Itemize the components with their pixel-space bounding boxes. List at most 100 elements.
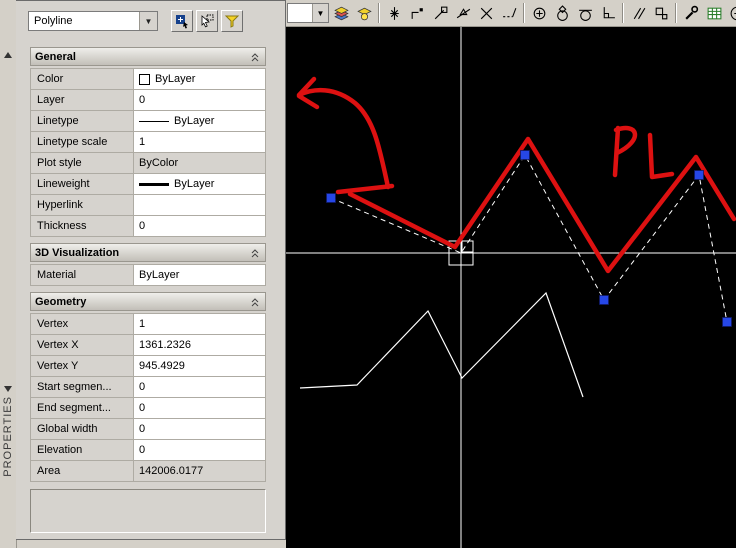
snap-to-intersection-button[interactable] xyxy=(475,2,497,24)
lineweight-value-cell[interactable]: ByLayer xyxy=(134,174,265,194)
select-objects-icon xyxy=(201,14,214,28)
table-row: Lineweight ByLayer xyxy=(31,174,265,195)
color-swatch-icon xyxy=(139,73,150,85)
toolbar-separator xyxy=(378,3,380,23)
property-label: Vertex Y xyxy=(31,356,134,376)
grip xyxy=(722,317,732,327)
table-row: Material ByLayer xyxy=(31,265,265,286)
property-label: Material xyxy=(31,265,134,285)
layer-control-dropdown[interactable]: ▼ xyxy=(287,3,329,23)
snap-to-perpendicular-icon xyxy=(603,6,615,18)
osnap-settings-button[interactable] xyxy=(680,2,702,24)
toolbar-separator xyxy=(622,3,624,23)
snap-from-button[interactable] xyxy=(406,2,428,24)
snap-to-intersection-icon xyxy=(480,7,492,19)
snap-to-quadrant-button[interactable] xyxy=(551,2,573,24)
property-label: Hyperlink xyxy=(31,195,134,215)
collapse-chevron-icon[interactable] xyxy=(249,247,261,259)
solid-polyline xyxy=(299,291,584,398)
snap-to-endpoint-button[interactable] xyxy=(429,2,451,24)
property-value: ByLayer xyxy=(139,269,180,281)
snap-to-center-button[interactable] xyxy=(528,2,550,24)
snap-to-extension-button[interactable] xyxy=(498,2,520,24)
quick-select-icon xyxy=(224,15,240,28)
property-label: Start segmen... xyxy=(31,377,134,397)
material-value-cell[interactable]: ByLayer xyxy=(134,265,265,285)
drawing-canvas[interactable] xyxy=(286,27,736,548)
property-label: Global width xyxy=(31,419,134,439)
table-row: Start segmen... 0 xyxy=(31,377,265,398)
hyperlink-value-cell[interactable] xyxy=(134,195,265,215)
temporary-track-point-button[interactable] xyxy=(383,2,405,24)
collapse-chevron-icon[interactable] xyxy=(249,296,261,308)
property-value: 1361.2326 xyxy=(139,339,191,351)
snap-to-insert-icon xyxy=(655,7,667,19)
table-row: Linetype scale 1 xyxy=(31,132,265,153)
area-value-cell: 142006.0177 xyxy=(134,461,265,481)
grip xyxy=(599,295,609,305)
properties-palette: Polyline ▼ General Color ByLayer Layer 0… xyxy=(16,0,286,540)
palette-title-bar[interactable]: PROPERTIES xyxy=(0,0,17,548)
table-row: Linetype ByLayer xyxy=(31,111,265,132)
temporary-track-point-icon xyxy=(389,6,399,20)
layer-value-cell[interactable]: 0 xyxy=(134,90,265,110)
layers-button[interactable] xyxy=(330,2,352,24)
table-row: Hyperlink xyxy=(31,195,265,216)
toggle-pickadd-button[interactable] xyxy=(171,10,193,32)
layer-states-button[interactable] xyxy=(353,2,375,24)
vertex-value-cell[interactable]: 1 xyxy=(134,314,265,334)
section-title: Geometry xyxy=(35,295,87,308)
property-value: ByLayer xyxy=(174,115,215,127)
section-header-geometry[interactable]: Geometry xyxy=(30,292,266,311)
property-value: ByColor xyxy=(139,157,179,169)
property-label: Vertex xyxy=(31,314,134,334)
snap-to-parallel-button[interactable] xyxy=(627,2,649,24)
property-value: 0 xyxy=(139,423,146,435)
snap-to-perpendicular-button[interactable] xyxy=(597,2,619,24)
property-value: 945.4929 xyxy=(139,360,185,372)
quick-select-button[interactable] xyxy=(221,10,243,32)
thickness-value-cell[interactable]: 0 xyxy=(134,216,265,236)
global-width-value-cell[interactable]: 0 xyxy=(134,419,265,439)
snap-to-endpoint-icon xyxy=(434,6,447,19)
end-segment-value-cell[interactable]: 0 xyxy=(134,398,265,418)
section-title: 3D Visualization xyxy=(35,246,120,259)
grip xyxy=(694,170,704,180)
chevron-down-icon[interactable]: ▼ xyxy=(312,4,328,22)
table-row: End segment... 0 xyxy=(31,398,265,419)
collapse-chevron-icon[interactable] xyxy=(249,51,261,63)
vertex-y-value-cell[interactable]: 945.4929 xyxy=(134,356,265,376)
scroll-down-icon[interactable] xyxy=(4,386,12,392)
scroll-up-icon[interactable] xyxy=(4,52,12,58)
table-row: Thickness 0 xyxy=(31,216,265,237)
snap-to-insert-button[interactable] xyxy=(650,2,672,24)
linetype-value-cell[interactable]: ByLayer xyxy=(134,111,265,131)
vertex-x-value-cell[interactable]: 1361.2326 xyxy=(134,335,265,355)
snap-to-midpoint-button[interactable] xyxy=(452,2,474,24)
snap-to-tangent-button[interactable] xyxy=(574,2,596,24)
start-segment-value-cell[interactable]: 0 xyxy=(134,377,265,397)
table-button[interactable] xyxy=(703,2,725,24)
section-header-3d-visualization[interactable]: 3D Visualization xyxy=(30,243,266,262)
section-header-general[interactable]: General xyxy=(30,47,266,66)
linetype-sample-icon xyxy=(139,120,169,122)
drawing-canvas-svg xyxy=(286,27,736,548)
property-label: Layer xyxy=(31,90,134,110)
plus-button[interactable] xyxy=(726,2,736,24)
toolbar-separator xyxy=(675,3,677,23)
property-label: Linetype xyxy=(31,111,134,131)
property-value: 142006.0177 xyxy=(139,465,204,477)
palette-header: Polyline ▼ xyxy=(16,1,285,41)
table-row: Global width 0 xyxy=(31,419,265,440)
grip xyxy=(520,150,530,160)
table-row: Plot style ByColor xyxy=(31,153,265,174)
elevation-value-cell[interactable]: 0 xyxy=(134,440,265,460)
select-objects-button[interactable] xyxy=(196,10,218,32)
chevron-down-icon[interactable]: ▼ xyxy=(139,12,157,30)
linetype-scale-value-cell[interactable]: 1 xyxy=(134,132,265,152)
property-label: Vertex X xyxy=(31,335,134,355)
palette-title: PROPERTIES xyxy=(2,396,14,477)
color-value-cell[interactable]: ByLayer xyxy=(134,69,265,89)
property-label: End segment... xyxy=(31,398,134,418)
object-type-dropdown[interactable]: Polyline ▼ xyxy=(28,11,158,31)
